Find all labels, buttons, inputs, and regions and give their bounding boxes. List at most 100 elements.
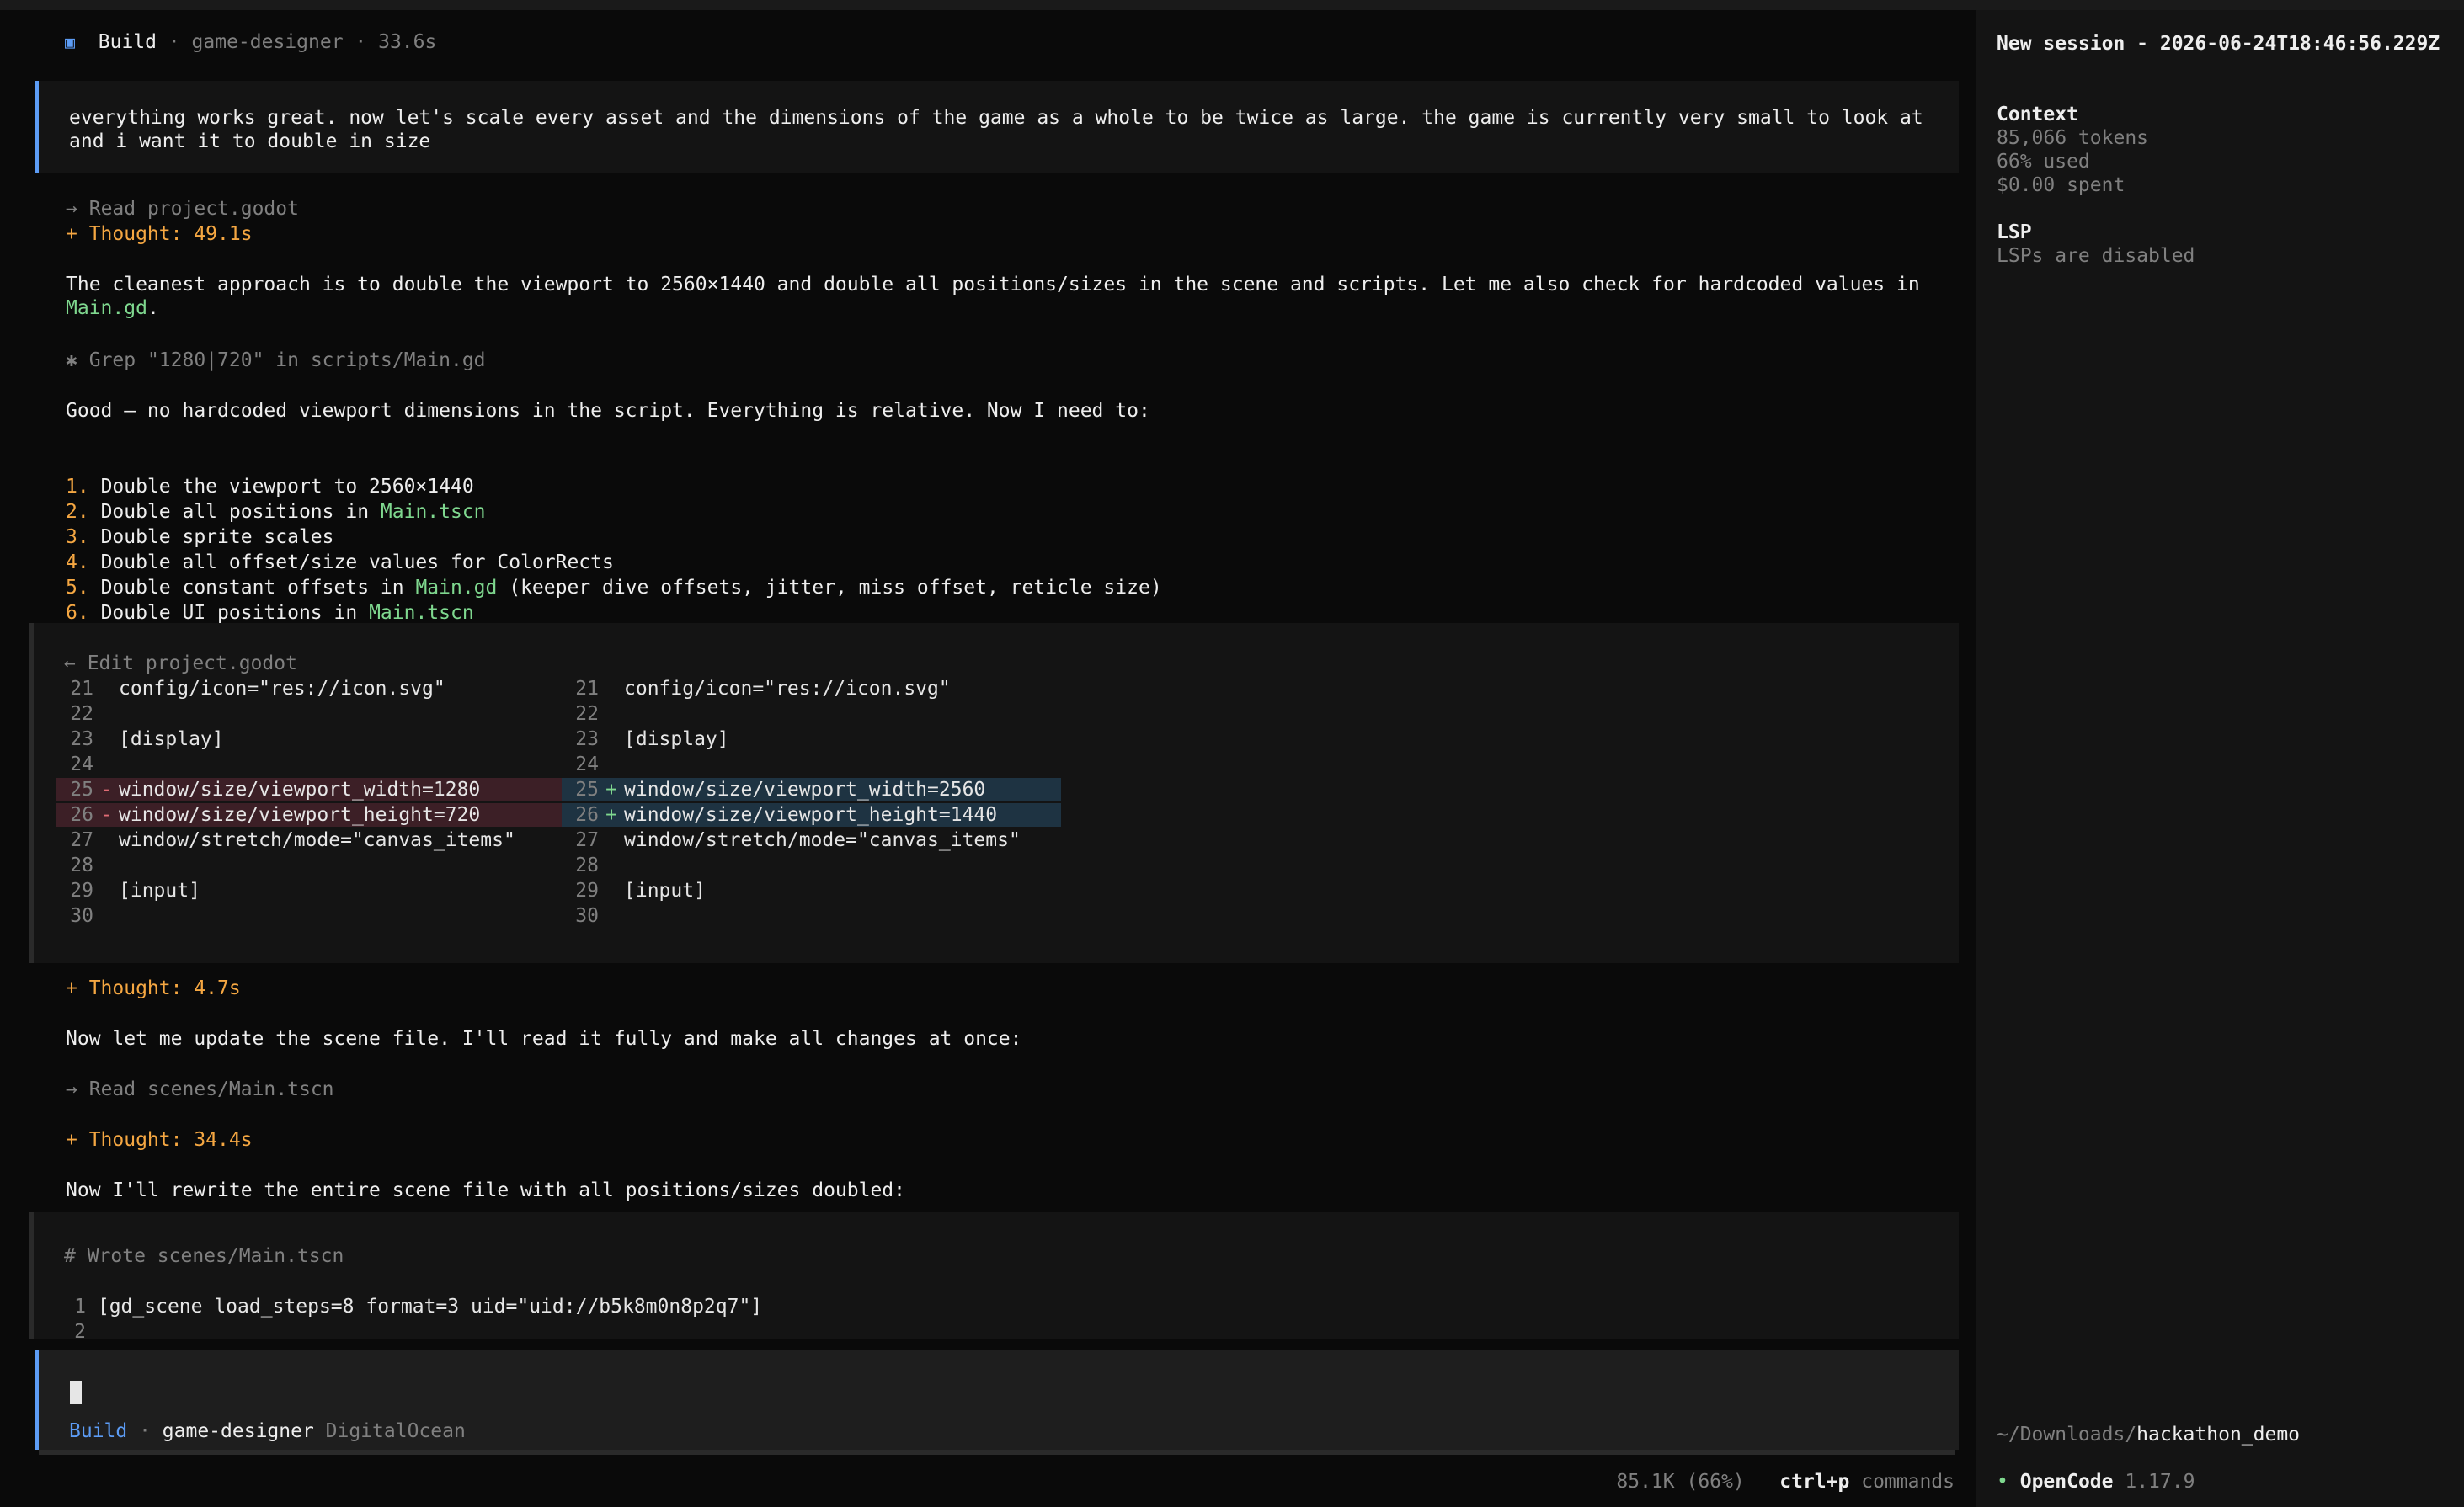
diff-line: 29 [input] bbox=[56, 879, 562, 903]
line-code: config/icon="res://icon.svg" bbox=[119, 678, 445, 700]
list-text: Double constant offsets in bbox=[100, 577, 416, 599]
removed-line: 26- window/size/viewport_height=720 bbox=[56, 803, 562, 827]
line-number: 27 bbox=[70, 829, 93, 851]
list-text: Double sprite scales bbox=[100, 526, 334, 548]
lsp-status: LSPs are disabled bbox=[1997, 245, 2195, 267]
diff-sign: - bbox=[100, 779, 112, 801]
added-line: 26 + window/size/viewport_height=1440 bbox=[562, 803, 1061, 827]
line-number: 23 bbox=[575, 728, 599, 750]
list-item: 4. Double all offset/size values for Col… bbox=[66, 551, 1969, 574]
line-number: 27 bbox=[575, 829, 599, 851]
asterisk-icon: ✱ bbox=[66, 349, 77, 371]
line-number: 30 bbox=[575, 905, 599, 927]
line-number: 21 bbox=[575, 678, 599, 700]
line-code: [display] bbox=[624, 728, 729, 750]
file-link[interactable]: Main.gd bbox=[415, 577, 497, 599]
thought-label[interactable]: + Thought: 4.7s bbox=[66, 977, 1969, 1000]
diff-line: 21 config/icon="res://icon.svg" bbox=[562, 677, 1061, 700]
prompt-footer: Build · game-designer DigitalOcean bbox=[69, 1420, 466, 1442]
list-item: 6. Double UI positions in Main.tscn bbox=[66, 601, 1969, 625]
prompt-underline bbox=[39, 1450, 1955, 1455]
line-number: 28 bbox=[70, 855, 93, 876]
list-text-suffix: (keeper dive offsets, jitter, miss offse… bbox=[497, 577, 1162, 599]
diff-line: 30 bbox=[56, 904, 562, 928]
edit-diff-block: ← Edit project.godot 21 config/icon="res:… bbox=[29, 623, 1959, 963]
list-number: 5. bbox=[66, 577, 89, 599]
line-code: window/size/viewport_width=2560 bbox=[624, 779, 986, 801]
line-code: window/stretch/mode="canvas_items" bbox=[119, 829, 515, 851]
line-number: 29 bbox=[575, 880, 599, 902]
diff-line: 24 bbox=[56, 753, 562, 776]
line-number: 28 bbox=[575, 855, 599, 876]
diff-line: 22 bbox=[562, 702, 1061, 726]
code-line: 2 bbox=[34, 1320, 98, 1344]
thought-label[interactable]: + Thought: 49.1s bbox=[66, 222, 1969, 246]
list-number: 2. bbox=[66, 501, 89, 523]
line-number: 29 bbox=[70, 880, 93, 902]
diff-sign: + bbox=[605, 779, 617, 801]
list-text: Double UI positions in bbox=[100, 602, 370, 624]
status-bar: 85.1K (66%) ctrl+p commands bbox=[1616, 1470, 1955, 1494]
window-top-strip bbox=[0, 0, 2464, 10]
line-number: 22 bbox=[575, 703, 599, 725]
line-number: 24 bbox=[70, 754, 93, 775]
list-number: 1. bbox=[66, 476, 89, 498]
arrow-right-icon: → bbox=[66, 1078, 77, 1100]
file-link[interactable]: Main.tscn bbox=[381, 501, 486, 523]
line-number: 25 bbox=[70, 779, 93, 801]
line-code: [display] bbox=[119, 728, 224, 750]
conversation-pane[interactable]: ▣ Build · game-designer · 33.6s everythi… bbox=[29, 10, 1976, 1507]
list-number: 3. bbox=[66, 526, 89, 548]
user-message-text: everything works great. now let's scale … bbox=[69, 107, 1935, 152]
line-number: 26 bbox=[575, 804, 599, 826]
agent-label: game-designer bbox=[191, 31, 344, 53]
assistant-text: Good — no hardcoded viewport dimensions … bbox=[66, 400, 1150, 422]
file-link[interactable]: Main.gd bbox=[66, 297, 147, 319]
context-spent: $0.00 spent bbox=[1997, 174, 2125, 196]
line-code: window/size/viewport_width=1280 bbox=[119, 779, 481, 801]
diff-line: 21 config/icon="res://icon.svg" bbox=[56, 677, 562, 700]
line-code: [gd_scene load_steps=8 format=3 uid="uid… bbox=[97, 1296, 763, 1318]
arrow-right-icon: → bbox=[66, 198, 77, 220]
diff-line: 28 bbox=[56, 854, 562, 877]
edit-title: ← Edit project.godot bbox=[64, 652, 297, 674]
line-code: config/icon="res://icon.svg" bbox=[624, 678, 951, 700]
app-version: • OpenCode 1.17.9 bbox=[1997, 1470, 2195, 1494]
duration-label: 33.6s bbox=[378, 31, 437, 53]
shortcut-label: commands bbox=[1861, 1471, 1955, 1493]
line-number: 25 bbox=[575, 779, 599, 801]
diff-sign: + bbox=[605, 804, 617, 826]
added-line: 25 + window/size/viewport_width=2560 bbox=[562, 778, 1061, 801]
app-version-number: 1.17.9 bbox=[2125, 1471, 2195, 1493]
assistant-text: Now let me update the scene file. I'll r… bbox=[66, 1028, 1022, 1050]
file-link[interactable]: Main.tscn bbox=[369, 602, 474, 624]
diff-line: 29 [input] bbox=[562, 879, 1061, 903]
diff-line: 23 [display] bbox=[56, 727, 562, 751]
assistant-text: Now I'll rewrite the entire scene file w… bbox=[66, 1180, 905, 1201]
context-tokens: 85,066 tokens bbox=[1997, 127, 2149, 149]
shortcut-key[interactable]: ctrl+p bbox=[1779, 1471, 1849, 1493]
line-number: 24 bbox=[575, 754, 599, 775]
line-code: [input] bbox=[119, 880, 200, 902]
mode-selector[interactable]: Build bbox=[69, 1420, 127, 1442]
thought-label[interactable]: + Thought: 34.4s bbox=[66, 1128, 1969, 1152]
diff-line: 24 bbox=[562, 753, 1061, 776]
token-usage: 85.1K (66%) bbox=[1616, 1471, 1745, 1493]
prompt-input[interactable]: Build · game-designer DigitalOcean bbox=[35, 1350, 1959, 1450]
diff-line: 28 bbox=[562, 854, 1061, 877]
session-header: ▣ Build · game-designer · 33.6s bbox=[65, 31, 437, 53]
diff-sign: - bbox=[100, 804, 112, 826]
session-title: New session - 2026-06-24T18:46:56.229Z bbox=[1997, 33, 2440, 55]
diff-line: 27 window/stretch/mode="canvas_items" bbox=[56, 828, 562, 852]
diff-line: 23 [display] bbox=[562, 727, 1061, 751]
read-event: → Read scenes/Main.tscn bbox=[66, 1078, 334, 1100]
line-number: 1 bbox=[74, 1296, 86, 1318]
square-icon: ▣ bbox=[65, 32, 76, 52]
line-code: window/size/viewport_height=720 bbox=[119, 804, 481, 826]
list-item: 3. Double sprite scales bbox=[66, 525, 1969, 549]
read-event: → Read project.godot bbox=[66, 198, 299, 220]
agent-selector[interactable]: game-designer bbox=[163, 1420, 314, 1442]
list-number: 6. bbox=[66, 602, 89, 624]
line-code: [input] bbox=[624, 880, 706, 902]
line-code: window/stretch/mode="canvas_items" bbox=[624, 829, 1021, 851]
